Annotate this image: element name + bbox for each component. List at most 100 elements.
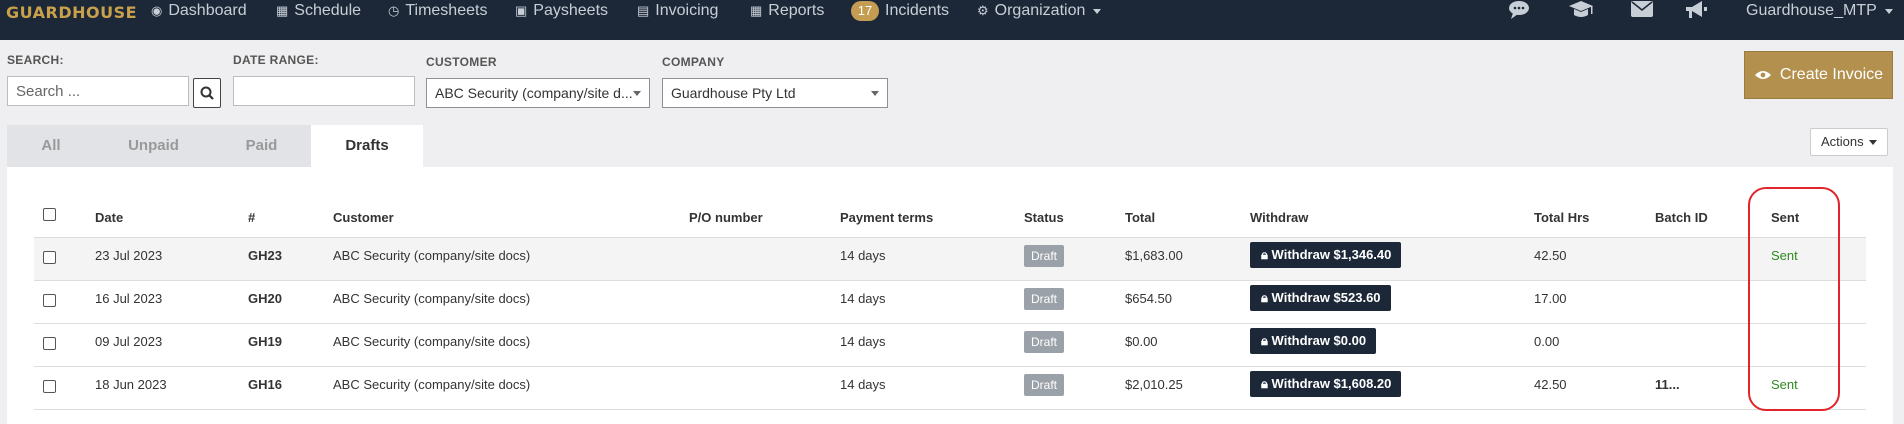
withdraw-button[interactable]: 🔒︎ Withdraw $0.00 bbox=[1250, 328, 1377, 354]
top-navbar: GUARDHOUSE ◉ Dashboard ▦ Schedule ◷ Time… bbox=[0, 0, 1904, 40]
date-range-input[interactable] bbox=[233, 76, 415, 106]
customer-select[interactable]: ABC Security (company/site d... bbox=[426, 78, 650, 108]
invoice-icon: ▤ bbox=[637, 3, 650, 18]
clock-icon: ◷ bbox=[388, 3, 400, 18]
nav-invoicing[interactable]: ▤ Invoicing bbox=[637, 0, 718, 22]
header-number[interactable]: # bbox=[248, 210, 255, 225]
table-row[interactable] bbox=[34, 409, 1866, 424]
header-po-number[interactable]: P/O number bbox=[689, 210, 763, 225]
user-menu[interactable]: Guardhouse_MTP bbox=[1746, 0, 1893, 22]
withdraw-button[interactable]: 🔒︎ Withdraw $523.60 bbox=[1250, 285, 1391, 311]
nav-incidents-label: Incidents bbox=[885, 2, 950, 19]
row-customer: ABC Security (company/site docs) bbox=[333, 334, 531, 349]
status-badge: Draft bbox=[1024, 288, 1065, 310]
company-select[interactable]: Guardhouse Pty Ltd bbox=[662, 78, 888, 108]
withdraw-button[interactable]: 🔒︎ Withdraw $1,608.20 bbox=[1250, 371, 1402, 397]
search-label: SEARCH: bbox=[7, 53, 64, 67]
brand-logo[interactable]: GUARDHOUSE bbox=[6, 3, 137, 22]
chevron-down-icon bbox=[1093, 8, 1102, 14]
header-batch-id[interactable]: Batch ID bbox=[1655, 210, 1708, 225]
nav-incidents[interactable]: 17 Incidents bbox=[851, 0, 949, 22]
nav-paysheets[interactable]: ▣ Paysheets bbox=[515, 0, 608, 22]
nav-timesheets[interactable]: ◷ Timesheets bbox=[388, 0, 487, 22]
nav-organization-label: Organization bbox=[994, 2, 1086, 19]
nav-organization[interactable]: ⚙ Organization bbox=[977, 0, 1102, 22]
row-total: $0.00 bbox=[1125, 334, 1158, 349]
status-badge: Draft bbox=[1024, 374, 1065, 396]
header-withdraw[interactable]: Withdraw bbox=[1250, 210, 1308, 225]
eye-icon bbox=[1754, 71, 1771, 79]
row-checkbox[interactable] bbox=[43, 294, 56, 307]
sent-column-highlight bbox=[1748, 187, 1840, 411]
row-payment-terms: 14 days bbox=[840, 334, 886, 349]
row-total: $654.50 bbox=[1125, 291, 1172, 306]
row-number[interactable]: GH19 bbox=[248, 334, 282, 349]
row-customer: ABC Security (company/site docs) bbox=[333, 248, 531, 263]
header-total[interactable]: Total bbox=[1125, 210, 1155, 225]
lock-icon: 🔒︎ bbox=[1261, 333, 1268, 348]
customer-label: CUSTOMER bbox=[426, 55, 497, 69]
customer-select-value: ABC Security (company/site d... bbox=[435, 85, 633, 101]
row-number[interactable]: GH23 bbox=[248, 248, 282, 263]
incidents-count-badge: 17 bbox=[851, 1, 879, 21]
row-checkbox[interactable] bbox=[43, 380, 56, 393]
actions-label: Actions bbox=[1821, 134, 1864, 149]
palette-icon: ◉ bbox=[151, 3, 163, 18]
row-total-hrs: 0.00 bbox=[1534, 334, 1560, 349]
header-payment-terms[interactable]: Payment terms bbox=[840, 210, 933, 225]
header-status[interactable]: Status bbox=[1024, 210, 1064, 225]
header-total-hrs[interactable]: Total Hrs bbox=[1534, 210, 1589, 225]
row-total: $2,010.25 bbox=[1125, 377, 1183, 392]
status-badge: Draft bbox=[1024, 331, 1065, 353]
table-row[interactable] bbox=[34, 323, 1866, 366]
row-payment-terms: 14 days bbox=[840, 291, 886, 306]
company-label: COMPANY bbox=[662, 55, 725, 69]
table-row[interactable] bbox=[34, 280, 1866, 323]
withdraw-button[interactable]: 🔒︎ Withdraw $1,346.40 bbox=[1250, 242, 1402, 268]
lock-icon: 🔒︎ bbox=[1261, 376, 1268, 391]
calendar-icon: ▦ bbox=[276, 3, 289, 18]
create-invoice-label: Create Invoice bbox=[1779, 66, 1884, 83]
nav-invoicing-label: Invoicing bbox=[655, 2, 719, 19]
row-checkbox[interactable] bbox=[43, 251, 56, 264]
nav-schedule[interactable]: ▦ Schedule bbox=[276, 0, 361, 22]
select-all-checkbox[interactable] bbox=[43, 208, 56, 221]
lock-icon: 🔒︎ bbox=[1261, 247, 1268, 262]
chevron-down-icon bbox=[1869, 140, 1877, 145]
bullhorn-icon[interactable] bbox=[1684, 0, 1708, 26]
chevron-down-icon bbox=[871, 91, 879, 96]
actions-dropdown[interactable]: Actions bbox=[1810, 128, 1888, 156]
chat-icon[interactable] bbox=[1508, 0, 1530, 26]
user-name: Guardhouse_MTP bbox=[1746, 2, 1877, 19]
tab-unpaid[interactable]: Unpaid bbox=[95, 125, 212, 167]
row-checkbox[interactable] bbox=[43, 337, 56, 350]
sitemap-icon: ⚙ bbox=[977, 3, 989, 18]
row-date: 09 Jul 2023 bbox=[95, 334, 163, 349]
row-total: $1,683.00 bbox=[1125, 248, 1183, 263]
header-date[interactable]: Date bbox=[95, 210, 123, 225]
company-select-value: Guardhouse Pty Ltd bbox=[671, 85, 796, 101]
search-button[interactable] bbox=[193, 78, 221, 108]
nav-dashboard[interactable]: ◉ Dashboard bbox=[151, 0, 247, 22]
table-icon: ▦ bbox=[750, 3, 763, 18]
table-row[interactable] bbox=[34, 237, 1866, 280]
create-invoice-button[interactable]: Create Invoice bbox=[1744, 51, 1893, 99]
tab-drafts[interactable]: Drafts bbox=[311, 125, 423, 167]
row-number[interactable]: GH16 bbox=[248, 377, 282, 392]
graduation-cap-icon[interactable] bbox=[1568, 0, 1594, 26]
envelope-icon[interactable] bbox=[1631, 0, 1653, 24]
tab-all[interactable]: All bbox=[7, 125, 95, 167]
date-range-label: DATE RANGE: bbox=[233, 53, 319, 67]
search-input[interactable] bbox=[7, 76, 189, 106]
tab-paid[interactable]: Paid bbox=[212, 125, 311, 167]
table-row[interactable] bbox=[34, 366, 1866, 409]
row-total-hrs: 17.00 bbox=[1534, 291, 1567, 306]
search-icon bbox=[200, 86, 214, 100]
withdraw-label: Withdraw $1,608.20 bbox=[1271, 376, 1392, 391]
row-total-hrs: 42.50 bbox=[1534, 377, 1567, 392]
header-customer[interactable]: Customer bbox=[333, 210, 394, 225]
row-date: 18 Jun 2023 bbox=[95, 377, 167, 392]
row-number[interactable]: GH20 bbox=[248, 291, 282, 306]
nav-reports[interactable]: ▦ Reports bbox=[750, 0, 824, 22]
chevron-down-icon bbox=[1884, 8, 1893, 14]
